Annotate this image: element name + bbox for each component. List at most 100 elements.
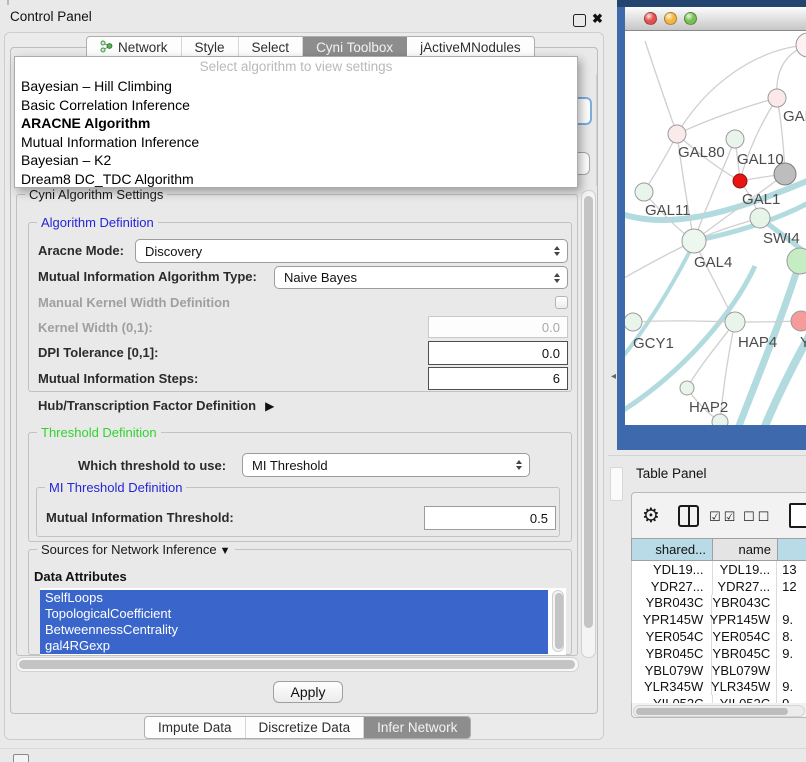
algorithm-option[interactable]: Dream8 DC_TDC Algorithm bbox=[15, 170, 577, 189]
algorithm-select-popup: Select algorithm to view settings Bayesi… bbox=[14, 56, 578, 188]
bottom-tabs: Impute Data Discretize Data Infer Networ… bbox=[144, 716, 471, 739]
attribute-item-selected[interactable]: SelfLoops bbox=[40, 590, 548, 606]
hub-definition-label: Hub/Transcription Factor Definition bbox=[38, 398, 256, 413]
scrollbar-thumb[interactable] bbox=[555, 593, 563, 649]
apply-button[interactable]: Apply bbox=[273, 681, 343, 703]
node-gal11[interactable] bbox=[635, 183, 653, 201]
network-edge[interactable] bbox=[740, 98, 777, 181]
close-traffic-icon[interactable] bbox=[644, 12, 657, 25]
dpi-tolerance-field[interactable]: 0.0 bbox=[428, 341, 568, 365]
data-attributes-list[interactable]: SelfLoopsTopologicalCoefficientBetweenne… bbox=[40, 588, 566, 655]
node-gcy1[interactable] bbox=[625, 313, 642, 331]
network-graph-icon bbox=[100, 40, 113, 56]
attribute-item-selected[interactable]: BetweennessCentrality bbox=[40, 622, 548, 638]
kernel-width-field[interactable]: 0.0 bbox=[428, 316, 568, 338]
table-row[interactable]: YDL19...YDL19...13 bbox=[632, 561, 806, 578]
node-salmon[interactable] bbox=[791, 311, 806, 331]
table-row[interactable]: YBR045CYBR045C9. bbox=[632, 645, 806, 662]
table-row[interactable]: YBL079WYBL079W bbox=[632, 662, 806, 679]
tab-impute-data[interactable]: Impute Data bbox=[145, 717, 246, 738]
unchecked-boxes-icon[interactable] bbox=[743, 510, 772, 525]
splitter-collapse-icon[interactable] bbox=[611, 371, 616, 382]
sources-toggle[interactable]: Sources for Network Inference bbox=[37, 542, 235, 557]
node-gal4[interactable] bbox=[682, 229, 706, 253]
attribute-item-selected[interactable]: TopologicalCoefficient bbox=[40, 606, 548, 622]
collapsed-panel-icon[interactable] bbox=[13, 754, 29, 762]
node-partial-top[interactable] bbox=[796, 33, 806, 57]
zoom-traffic-icon[interactable] bbox=[684, 12, 697, 25]
tab-discretize-data[interactable]: Discretize Data bbox=[246, 717, 365, 738]
table-row[interactable]: YLR345WYLR345W9. bbox=[632, 679, 806, 696]
node-label: Y bbox=[800, 334, 806, 351]
field-value: 0.0 bbox=[542, 346, 560, 361]
table-row[interactable]: YDR27...YDR27...12 bbox=[632, 578, 806, 595]
manual-kernel-checkbox[interactable] bbox=[555, 296, 568, 309]
inference-algorithm-combo-edge[interactable] bbox=[578, 97, 592, 125]
network-edge[interactable] bbox=[645, 41, 677, 134]
kernel-width-label: Kernel Width (0,1): bbox=[38, 320, 153, 335]
which-threshold-combo[interactable]: MI Threshold bbox=[242, 453, 530, 477]
settings-gear-icon[interactable] bbox=[642, 503, 660, 527]
node-hap2[interactable] bbox=[680, 381, 694, 395]
algorithm-option[interactable]: Bayesian – Hill Climbing bbox=[15, 77, 577, 96]
mi-threshold-field[interactable]: 0.5 bbox=[424, 506, 556, 530]
algorithm-option[interactable]: Basic Correlation Inference bbox=[15, 96, 577, 115]
table-row[interactable]: YBR043CYBR043C bbox=[632, 595, 806, 612]
chevron-right-icon bbox=[265, 398, 274, 413]
minimize-traffic-icon[interactable] bbox=[664, 12, 677, 25]
mi-type-combo[interactable]: Naive Bayes bbox=[274, 266, 568, 289]
table-row[interactable]: YPR145WYPR145W9. bbox=[632, 611, 806, 628]
column-header-name[interactable]: name bbox=[713, 538, 778, 561]
node-gal1-selected[interactable] bbox=[733, 174, 747, 188]
float-window-icon[interactable] bbox=[573, 14, 586, 27]
tab-cyni-toolbox[interactable]: Cyni Toolbox bbox=[303, 37, 407, 58]
close-icon[interactable] bbox=[592, 11, 603, 27]
mi-steps-field[interactable]: 6 bbox=[428, 367, 568, 390]
splitter-handle[interactable] bbox=[610, 467, 623, 501]
column-header-cut[interactable] bbox=[778, 538, 806, 561]
tab-label: Discretize Data bbox=[259, 720, 351, 735]
algorithm-option[interactable]: Bayesian – K2 bbox=[15, 151, 577, 170]
network-window-titlebar[interactable] bbox=[625, 7, 806, 31]
node-green-right[interactable] bbox=[787, 248, 806, 274]
hub-definition-toggle[interactable]: Hub/Transcription Factor Definition bbox=[38, 398, 274, 413]
table-cell: YPR145W bbox=[632, 611, 712, 628]
group-title: Cyni Algorithm Settings bbox=[25, 187, 167, 202]
tab-select[interactable]: Select bbox=[239, 37, 304, 58]
split-view-icon[interactable] bbox=[678, 505, 699, 527]
network-edge[interactable] bbox=[677, 98, 777, 134]
attributes-scrollbar[interactable] bbox=[552, 590, 564, 652]
settings-vertical-scrollbar[interactable] bbox=[581, 190, 596, 658]
apply-label: Apply bbox=[290, 684, 325, 700]
aracne-mode-combo[interactable]: Discovery bbox=[135, 239, 568, 263]
tab-style[interactable]: Style bbox=[182, 37, 239, 58]
tab-infer-network[interactable]: Infer Network bbox=[364, 717, 470, 738]
algorithm-option[interactable]: ARACNE Algorithm bbox=[15, 114, 577, 133]
scrollbar-thumb[interactable] bbox=[636, 708, 788, 715]
node-hap4[interactable] bbox=[725, 312, 745, 332]
node-swi4[interactable] bbox=[750, 208, 770, 228]
node-gal80[interactable] bbox=[668, 125, 686, 143]
scrollbar-thumb[interactable] bbox=[19, 660, 575, 669]
field-value: 6 bbox=[553, 371, 560, 386]
network-canvas[interactable]: GALGAL80GAL10GAL1GAL11SWI4GAL4GCY1HAP4YH… bbox=[625, 31, 806, 425]
table-cell: YBL079W bbox=[712, 662, 777, 679]
hidden-group-border bbox=[596, 74, 597, 186]
node-gal10[interactable] bbox=[726, 130, 744, 148]
table-cell: YBL079W bbox=[632, 662, 712, 679]
checked-boxes-icon[interactable] bbox=[709, 510, 738, 525]
attribute-item-selected[interactable]: gal4RGexp bbox=[40, 638, 548, 654]
table-horizontal-scrollbar[interactable] bbox=[633, 705, 805, 717]
document-icon[interactable] bbox=[789, 503, 806, 528]
settings-horizontal-scrollbar[interactable] bbox=[16, 657, 579, 672]
table-row[interactable]: YIL052CYIL052C9 bbox=[632, 695, 806, 703]
tab-network[interactable]: Network bbox=[87, 37, 182, 58]
scrollbar-thumb[interactable] bbox=[584, 196, 593, 628]
table-row[interactable]: YER054CYER054C8. bbox=[632, 628, 806, 645]
network-edge[interactable] bbox=[633, 321, 735, 322]
network-edge[interactable] bbox=[644, 134, 677, 192]
node-gal-cut[interactable] bbox=[768, 89, 786, 107]
column-header-shared[interactable]: shared... bbox=[631, 538, 713, 561]
tab-jactivemnodules[interactable]: jActiveMNodules bbox=[407, 37, 534, 58]
algorithm-option[interactable]: Mutual Information Inference bbox=[15, 133, 577, 152]
